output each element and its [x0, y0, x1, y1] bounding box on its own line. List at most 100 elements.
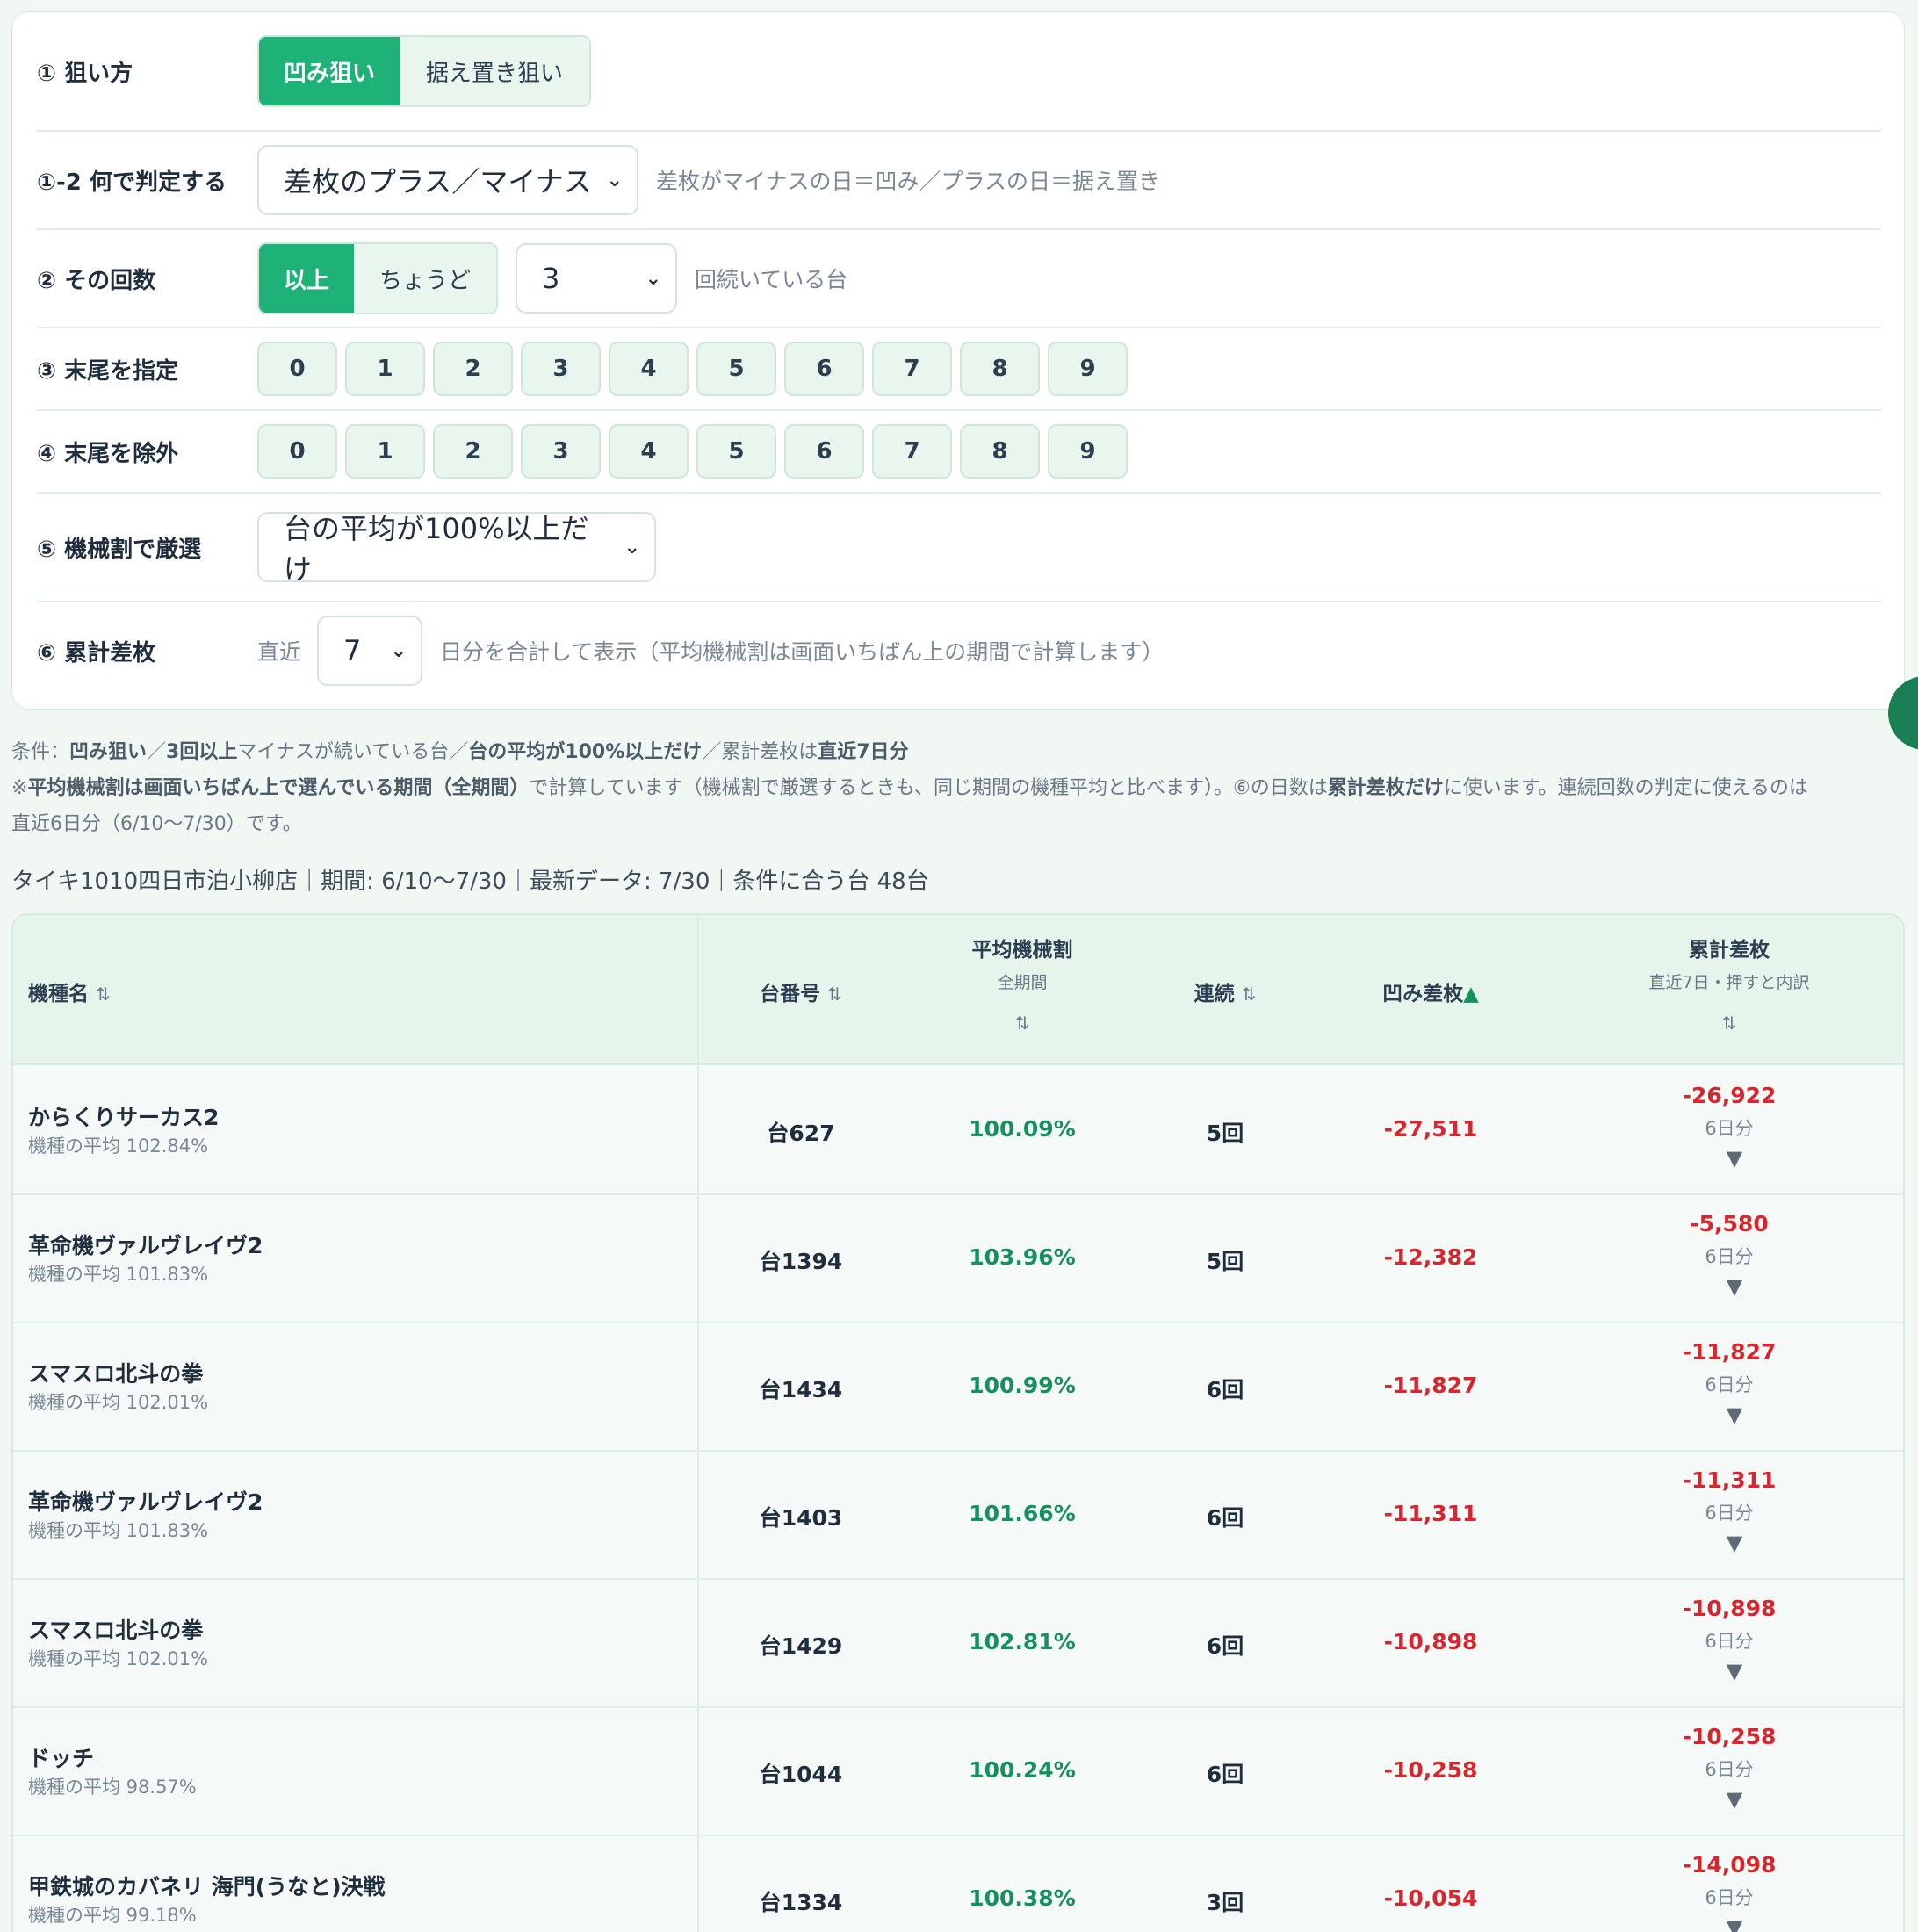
header-label: 機種名 [28, 983, 89, 1006]
streak-count: 6回 [1206, 1762, 1244, 1787]
table-header: 機種名 ⇅ 台番号 ⇅ 平均機械割 全期間 ⇅ 連続 ⇅ 凹み差枚▲ 累計差枚 … [13, 915, 1903, 1065]
machine-number: 台1403 [759, 1505, 843, 1531]
header-label: 連続 [1193, 983, 1235, 1006]
include-digit-7[interactable]: 7 [872, 342, 952, 396]
include-digit-6[interactable]: 6 [784, 342, 864, 396]
cumulative-days-value: 7 [343, 634, 362, 667]
sort-icon: ⇅ [1241, 984, 1257, 1005]
cumulative-diff[interactable]: -11,311 [1683, 1467, 1777, 1493]
include-digit-2[interactable]: 2 [433, 342, 513, 396]
chevron-down-icon: ⌄ [606, 169, 623, 191]
count-select[interactable]: 3 ⌄ [516, 243, 677, 314]
exclude-digit-0[interactable]: 0 [257, 424, 337, 479]
sort-icon: ⇅ [96, 984, 111, 1005]
avg-rate: 100.24% [969, 1757, 1076, 1783]
cumulative-days: 6日分 [1705, 1503, 1754, 1524]
cumulative-days: 6日分 [1705, 1887, 1754, 1908]
machine-name: 甲鉄城のカバネリ 海門(うなと)決戦 [28, 1874, 386, 1900]
include-digit-3[interactable]: 3 [521, 342, 601, 396]
aim-option-hold[interactable]: 据え置き狙い [400, 37, 589, 105]
expand-icon[interactable]: ▼ [1727, 1787, 1742, 1812]
dent-diff: -27,511 [1383, 1116, 1478, 1142]
streak-count: 6回 [1206, 1505, 1244, 1531]
header-label: 平均機械割 [971, 939, 1073, 962]
exclude-digit-3[interactable]: 3 [521, 424, 601, 479]
note-strong: 直近7日分 [818, 741, 909, 763]
header-streak[interactable]: 連続 ⇅ [1194, 977, 1257, 1006]
filter-row-aim: ① 狙い方 凹み狙い 据え置き狙い [37, 12, 1881, 132]
count-option-exact[interactable]: ちょうど [354, 244, 496, 313]
cumulative-days: 6日分 [1705, 1374, 1754, 1395]
table-row[interactable]: 革命機ヴァルヴレイヴ2 機種の平均 101.83% 台1403 101.66% … [13, 1450, 1903, 1580]
include-digit-4[interactable]: 4 [609, 342, 689, 396]
exclude-digit-6[interactable]: 6 [784, 424, 864, 479]
cumulative-prefix: 直近 [257, 639, 302, 665]
judge-select[interactable]: 差枚のプラス／マイナス ⌄ [257, 145, 638, 215]
exclude-digit-1[interactable]: 1 [345, 424, 425, 479]
machine-number: 台627 [767, 1121, 835, 1146]
count-mode-segmented-control: 以上 ちょうど [257, 242, 498, 314]
dent-diff: -11,311 [1383, 1501, 1478, 1526]
note-text: ／ [147, 741, 167, 763]
expand-icon[interactable]: ▼ [1727, 1531, 1742, 1555]
machine-number: 台1434 [759, 1377, 843, 1402]
dent-diff: -12,382 [1383, 1244, 1478, 1270]
include-digit-0[interactable]: 0 [257, 342, 337, 396]
period-note: ※平均機械割は画面いちばん上で選んでいる期間（全期間）で計算しています（機械割で… [11, 772, 1808, 800]
machine-name: スマスロ北斗の拳 [28, 1618, 204, 1643]
include-digit-5[interactable]: 5 [696, 342, 776, 396]
aim-option-dent[interactable]: 凹み狙い [259, 37, 400, 105]
header-machine-number[interactable]: 台番号 ⇅ [760, 977, 842, 1006]
exclude-digit-8[interactable]: 8 [960, 424, 1040, 479]
exclude-digit-7[interactable]: 7 [872, 424, 952, 479]
machine-average: 機種の平均 101.83% [28, 1520, 209, 1541]
table-row[interactable]: スマスロ北斗の拳 機種の平均 102.01% 台1429 102.81% 6回 … [13, 1578, 1903, 1708]
cumulative-diff[interactable]: -5,580 [1690, 1211, 1768, 1236]
note-text: マイナスが続いている台／ [237, 741, 469, 763]
include-digit-1[interactable]: 1 [345, 342, 425, 396]
sort-icon: ⇅ [1014, 1013, 1030, 1034]
table-row[interactable]: スマスロ北斗の拳 機種の平均 102.01% 台1434 100.99% 6回 … [13, 1322, 1903, 1452]
expand-icon[interactable]: ▼ [1727, 1146, 1742, 1171]
expand-icon[interactable]: ▼ [1727, 1659, 1742, 1683]
note-strong: 3回以上 [166, 741, 238, 763]
table-row[interactable]: 甲鉄城のカバネリ 海門(うなと)決戦 機種の平均 99.18% 台1334 10… [13, 1835, 1903, 1932]
table-row[interactable]: からくりサーカス2 機種の平均 102.84% 台627 100.09% 5回 … [13, 1065, 1903, 1195]
note-text: ※ [11, 777, 28, 799]
exclude-digit-5[interactable]: 5 [696, 424, 776, 479]
avg-rate: 100.99% [969, 1373, 1076, 1398]
header-label: 累計差枚 [1689, 939, 1770, 962]
header-cumulative[interactable]: 累計差枚 直近7日・押すと内訳 ⇅ [1648, 933, 1809, 1034]
table-row[interactable]: 革命機ヴァルヴレイヴ2 機種の平均 101.83% 台1394 103.96% … [13, 1193, 1903, 1323]
streak-count: 3回 [1206, 1890, 1244, 1915]
cumulative-diff[interactable]: -14,098 [1683, 1852, 1777, 1878]
expand-icon[interactable]: ▼ [1727, 1274, 1742, 1299]
exclude-digit-2[interactable]: 2 [433, 424, 513, 479]
expand-icon[interactable]: ▼ [1727, 1915, 1742, 1932]
include-digit-8[interactable]: 8 [960, 342, 1040, 396]
judge-select-value: 差枚のプラス／マイナス [284, 165, 592, 198]
include-digit-9[interactable]: 9 [1048, 342, 1128, 396]
cumulative-diff[interactable]: -11,827 [1683, 1339, 1777, 1365]
avg-rate: 100.09% [969, 1116, 1076, 1142]
cumulative-diff[interactable]: -26,922 [1683, 1083, 1777, 1108]
expand-icon[interactable]: ▼ [1727, 1402, 1742, 1427]
machine-number: 台1394 [759, 1249, 843, 1274]
machine-number: 台1334 [759, 1890, 843, 1915]
exclude-digit-4[interactable]: 4 [609, 424, 689, 479]
header-dent-diff[interactable]: 凹み差枚▲ [1382, 977, 1479, 1006]
cumulative-diff[interactable]: -10,898 [1683, 1596, 1777, 1621]
header-machine-name[interactable]: 機種名 ⇅ [28, 977, 111, 1006]
cumulative-diff[interactable]: -10,258 [1683, 1724, 1777, 1749]
table-row[interactable]: ドッチ 機種の平均 98.57% 台1044 100.24% 6回 -10,25… [13, 1706, 1903, 1836]
machine-rate-select[interactable]: 台の平均が100%以上だけ ⌄ [257, 512, 656, 586]
filter-panel: ① 狙い方 凹み狙い 据え置き狙い ①-2 何で判定する 差枚のプラス／マイナス… [11, 11, 1905, 710]
condition-note: 条件：凹み狙い／3回以上マイナスが続いている台／台の平均が100%以上だけ／累計… [11, 736, 909, 764]
count-hint: 回続いている台 [695, 267, 848, 292]
header-avg-rate[interactable]: 平均機械割 全期間 ⇅ [972, 933, 1073, 1034]
avg-rate: 100.38% [969, 1885, 1076, 1911]
count-option-or-more[interactable]: 以上 [259, 244, 354, 313]
header-label: 凹み差枚 [1382, 983, 1464, 1006]
exclude-digit-9[interactable]: 9 [1048, 424, 1128, 479]
cumulative-days-select[interactable]: 7 ⌄ [317, 616, 423, 686]
